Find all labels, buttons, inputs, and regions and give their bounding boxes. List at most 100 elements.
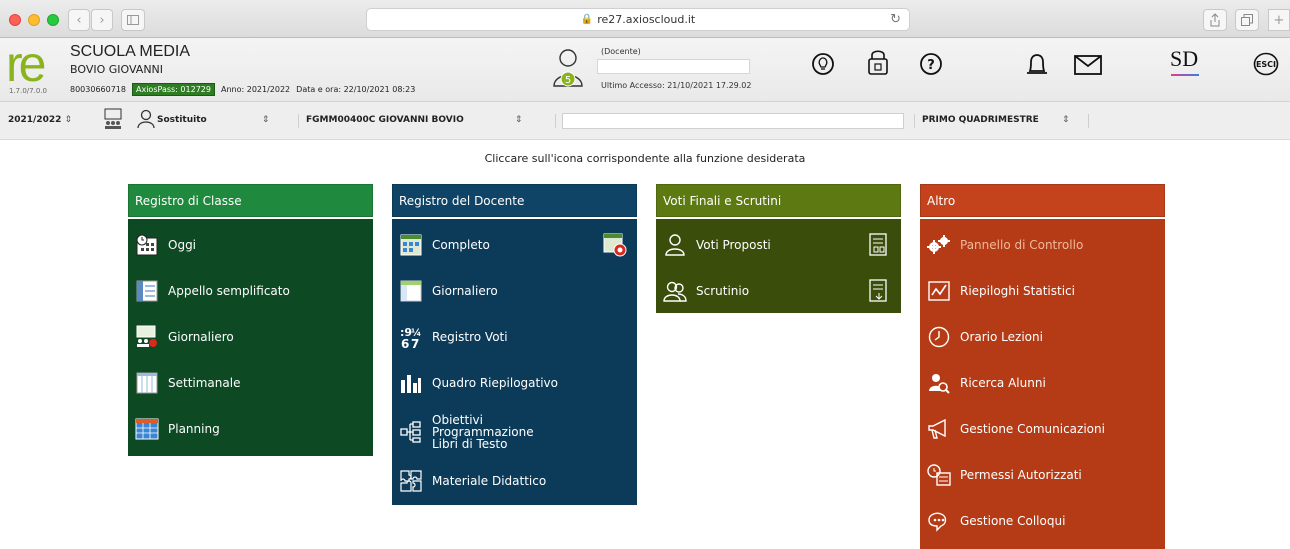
year-select[interactable]: 2021/2022 ⇕ — [8, 115, 72, 125]
menu-item-quadro-riepilogativo[interactable]: Quadro Riepilogativo — [392, 360, 637, 406]
instruction-text: Cliccare sull'icona corrispondente alla … — [484, 152, 806, 165]
menu-item-riepiloghi-statistici[interactable]: Riepiloghi Statistici — [920, 268, 1165, 314]
role-select[interactable]: Sostituito ⇕ — [157, 115, 269, 125]
puzzle-icon — [398, 469, 424, 493]
menu-item-label: Riepiloghi Statistici — [960, 284, 1075, 298]
week-calendar-icon — [134, 371, 160, 395]
menu-item-label: Obiettivi Programmazione Libri di Testo — [432, 413, 534, 451]
menu-item-voti-proposti[interactable]: Voti Proposti — [656, 222, 901, 268]
menu-item-label: Settimanale — [168, 376, 241, 390]
sd-logo-button[interactable]: SD — [1170, 46, 1198, 72]
divider — [914, 114, 915, 128]
menu-item-label: Appello semplificato — [168, 284, 290, 298]
bell-icon[interactable] — [1026, 51, 1048, 79]
menu-item-pannello-controllo[interactable]: Pannello di Controllo — [920, 222, 1165, 268]
panel-body: Completo Giornaliero :9 ¼ 6 7 Registro Voti… — [392, 219, 637, 505]
new-tab-button[interactable]: + — [1268, 9, 1290, 31]
panel-body: Pannello di Controllo Riepiloghi Statist… — [920, 219, 1165, 549]
tabs-button[interactable] — [1235, 9, 1259, 31]
class-grid-icon[interactable] — [103, 108, 123, 134]
menu-item-oggi[interactable]: Oggi — [128, 222, 373, 268]
menu-item-label: Planning — [168, 422, 220, 436]
sidebar-icon — [127, 15, 139, 25]
logout-button[interactable]: ESCI — [1253, 52, 1279, 76]
panel-altro: Altro Pannello di Controllo Riepiloghi S… — [920, 184, 1165, 549]
window-minimize-button[interactable] — [28, 14, 40, 26]
menu-item-scrutinio[interactable]: Scrutinio — [656, 268, 901, 314]
daily-register-icon — [398, 279, 424, 303]
gradebook-target-icon[interactable] — [603, 232, 627, 258]
menu-item-appello-semplificato[interactable]: Appello semplificato — [128, 268, 373, 314]
window-close-button[interactable] — [9, 14, 21, 26]
window-zoom-button[interactable] — [47, 14, 59, 26]
period-select[interactable]: PRIMO QUADRIMESTRE ⇕ — [922, 115, 1070, 125]
address-bar[interactable]: 🔒 re27.axioscloud.it ↻ — [366, 8, 910, 31]
forward-button[interactable]: › — [91, 9, 113, 31]
back-button[interactable]: ‹ — [68, 9, 90, 31]
divider — [1088, 114, 1089, 128]
sidebar-toggle-button[interactable] — [121, 9, 145, 31]
panel-body: Oggi Appello semplificato Giornaliero Se… — [128, 219, 373, 456]
menu-item-label: Ricerca Alunni — [960, 376, 1046, 390]
menu-item-giornaliero[interactable]: Giornaliero — [128, 314, 373, 360]
lock-icon: 🔒 — [580, 14, 594, 25]
menu-item-ricerca-alunni[interactable]: Ricerca Alunni — [920, 360, 1165, 406]
user-avatar-icon[interactable]: 5 — [551, 46, 585, 94]
classroom-icon — [134, 325, 160, 349]
menu-item-completo[interactable]: Completo — [392, 222, 637, 268]
menu-item-label: Voti Proposti — [696, 238, 771, 252]
share-icon — [1210, 13, 1220, 27]
menu-item-label: Orario Lezioni — [960, 330, 1043, 344]
class-search-input[interactable] — [562, 113, 904, 129]
mail-icon[interactable] — [1074, 55, 1102, 75]
menu-item-label: Quadro Riepilogativo — [432, 376, 558, 390]
scrutinio-doc-icon[interactable] — [867, 278, 891, 304]
menu-item-gestione-comunicazioni[interactable]: Gestione Comunicazioni — [920, 406, 1165, 452]
menu-item-orario-lezioni[interactable]: Orario Lezioni — [920, 314, 1165, 360]
proposed-grades-doc-icon[interactable] — [867, 232, 891, 258]
school-code: 80030660718 — [70, 85, 126, 94]
period-select-value: PRIMO QUADRIMESTRE — [922, 115, 1039, 125]
year-select-value: 2021/2022 — [8, 115, 62, 125]
menu-item-label: Gestione Colloqui — [960, 514, 1066, 528]
reload-icon[interactable]: ↻ — [890, 12, 901, 27]
menu-item-obiettivi[interactable]: Obiettivi Programmazione Libri di Testo — [392, 406, 637, 458]
menu-item-planning[interactable]: Planning — [128, 406, 373, 452]
school-subname: BOVIO GIOVANNI — [70, 63, 164, 76]
person-icon — [137, 109, 155, 133]
tabs-icon — [1241, 14, 1253, 26]
logout-label: ESCI — [1256, 60, 1276, 69]
megaphone-icon — [926, 417, 952, 441]
school-select[interactable]: FGMM00400C GIOVANNI BOVIO ⇕ — [306, 115, 522, 125]
lock-icon[interactable] — [867, 48, 889, 76]
panel-registro-classe: Registro di Classe Oggi Appello semplifi… — [128, 184, 373, 456]
menu-item-materiale-didattico[interactable]: Materiale Didattico — [392, 458, 637, 504]
school-select-value: FGMM00400C GIOVANNI BOVIO — [306, 115, 464, 125]
menu-item-gestione-colloqui[interactable]: Gestione Colloqui — [920, 498, 1165, 544]
permission-clock-icon — [926, 463, 952, 487]
grades-numbers-icon: :9 ¼ 6 7 — [398, 325, 424, 349]
planning-grid-icon — [134, 417, 160, 441]
help-icon[interactable]: ? — [919, 52, 943, 76]
menu-item-giornaliero-docente[interactable]: Giornaliero — [392, 268, 637, 314]
menu-item-permessi-autorizzati[interactable]: Permessi Autorizzati — [920, 452, 1165, 498]
app-header: re 1.7.0/7.0.0 SCUOLA MEDIA BOVIO GIOVAN… — [0, 38, 1290, 102]
menu-item-registro-voti[interactable]: :9 ¼ 6 7 Registro Voti — [392, 314, 637, 360]
hierarchy-icon — [398, 420, 424, 444]
stats-chart-icon — [926, 279, 952, 303]
menu-item-label: Materiale Didattico — [432, 474, 547, 488]
school-info-line: 80030660718 AxiosPass: 012729 Anno: 2021… — [70, 83, 415, 96]
context-toolbar: 2021/2022 ⇕ Sostituito ⇕ FGMM00400C GIOV… — [0, 102, 1290, 140]
browser-toolbar: ‹ › 🔒 re27.axioscloud.it ↻ + — [0, 0, 1290, 38]
lightbulb-icon[interactable] — [811, 52, 835, 76]
clock-icon — [926, 325, 952, 349]
panel-title: Altro — [920, 184, 1165, 217]
menu-item-label: Scrutinio — [696, 284, 750, 298]
role-select-value: Sostituito — [157, 115, 207, 125]
menu-item-settimanale[interactable]: Settimanale — [128, 360, 373, 406]
school-name: SCUOLA MEDIA — [70, 43, 191, 60]
menu-item-label: Giornaliero — [432, 284, 498, 298]
sd-underline — [1171, 74, 1199, 76]
panel-title: Registro del Docente — [392, 184, 637, 217]
share-button[interactable] — [1203, 9, 1227, 31]
